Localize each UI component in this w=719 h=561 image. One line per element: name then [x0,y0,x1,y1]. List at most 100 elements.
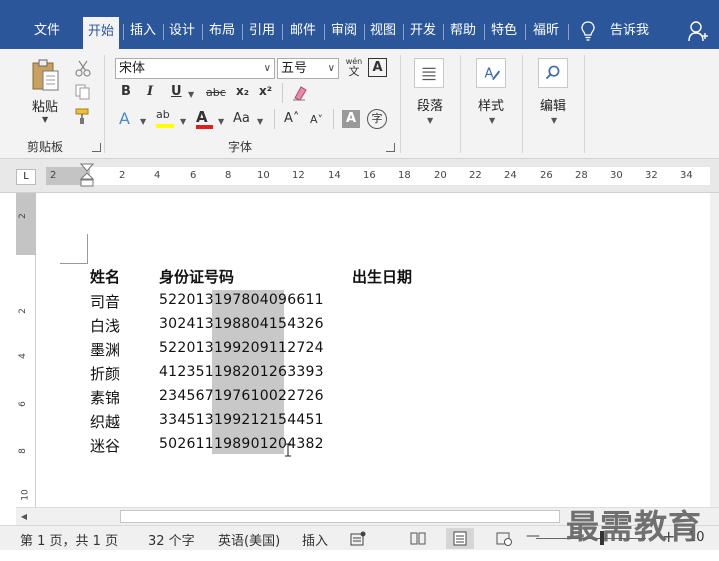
italic-button[interactable]: I [147,84,153,99]
font-name-value: 宋体 [119,61,146,76]
ruler-tick: 14 [328,170,341,181]
font-name-combo[interactable]: 宋体 ∨ [115,58,275,79]
phonetic-guide-button[interactable]: wén 文 [344,57,364,79]
vertical-ruler-tick: 4 [17,353,28,359]
print-layout-view-button[interactable] [446,528,474,549]
tab-insert[interactable]: 插入 [124,18,162,44]
highlight-button[interactable]: ab [156,108,176,130]
font-color-button[interactable]: A [196,108,214,130]
tab-file[interactable]: 文件 [20,18,74,44]
clear-formatting-icon[interactable] [291,84,309,102]
ruler-tick: 28 [575,170,588,181]
tab-design[interactable]: 设计 [164,18,200,44]
chevron-down-icon[interactable]: ∨ [264,59,271,78]
ruler-tick: 24 [504,170,517,181]
vertical-ruler-top-margin [16,193,36,255]
watermark-logo: 最需教育 [566,507,702,546]
styles-button-label[interactable]: 样式 [478,95,504,114]
bold-button[interactable]: B [121,84,131,99]
page-count[interactable]: 第 1 页，共 1 页 [20,530,118,549]
format-painter-icon[interactable] [74,107,92,125]
row-id-number: 522013197804096611 [159,292,324,308]
character-shading-button[interactable]: A [342,110,360,128]
read-mode-icon[interactable] [410,531,426,546]
row-name: 折颜 [90,365,121,383]
tab-mailings[interactable]: 邮件 [283,18,323,44]
styles-dropdown-arrow[interactable]: ▼ [489,116,495,125]
tab-foxit[interactable]: 福昕 [526,18,566,44]
ribbon-home-panel: 粘贴 ▼ 剪贴板 宋体 ∨ 五号 ∨ wén 文 A B I U ▼ abc x… [0,49,719,159]
ruler-tick: 4 [154,170,161,181]
highlight-dropdown-arrow[interactable]: ▼ [180,117,186,126]
tab-help[interactable]: 帮助 [444,18,482,44]
text-cursor-icon [285,443,291,457]
superscript-button[interactable]: x² [259,84,272,98]
indent-marker-handle[interactable] [80,163,94,187]
styles-icon[interactable]: A [476,58,506,88]
font-color-dropdown-arrow[interactable]: ▼ [218,117,224,126]
copy-icon[interactable] [74,83,92,101]
paste-dropdown-arrow[interactable]: ▼ [42,115,48,124]
chevron-down-icon[interactable]: ∨ [328,59,335,78]
font-color-glyph: A [196,108,208,126]
clipboard-dialog-launcher[interactable] [92,143,101,152]
ruler-strip[interactable]: 2 2 4 6 8 10 12 14 16 18 20 22 24 26 28 … [46,167,710,185]
vertical-ruler-tick: 8 [17,448,28,454]
text-effects-dropdown-arrow[interactable]: ▼ [140,117,146,126]
tab-review[interactable]: 审阅 [325,18,363,44]
tab-developer[interactable]: 开发 [404,18,442,44]
share-user-icon[interactable] [688,20,708,42]
grow-font-button[interactable]: A˄ [284,111,299,126]
tell-me-search[interactable]: 告诉我 [610,18,649,44]
highlight-glyph: ab [156,108,170,121]
change-case-button[interactable]: Aa [233,111,250,126]
column-header-name: 姓名 [90,268,121,286]
paste-icon[interactable] [30,58,60,92]
paragraph-dropdown-arrow[interactable]: ▼ [427,116,433,125]
change-case-dropdown-arrow[interactable]: ▼ [257,117,263,126]
ruler-tick: 2 [50,170,57,181]
paste-button-label[interactable]: 粘贴 [32,96,58,115]
tab-layout[interactable]: 布局 [203,18,241,44]
row-name: 迷谷 [90,437,121,455]
ruler-tick: 16 [363,170,376,181]
tab-view[interactable]: 视图 [365,18,401,44]
shrink-font-button[interactable]: A˅ [310,113,323,126]
row-id-number: 502611198901204382 [159,436,324,452]
horizontal-scroll-thumb[interactable] [120,510,560,523]
font-size-combo[interactable]: 五号 ∨ [277,58,339,79]
lightbulb-icon[interactable] [580,21,596,41]
strikethrough-button[interactable]: abc [206,86,226,99]
tab-home[interactable]: 开始 [83,17,119,49]
character-border-button[interactable]: A [368,58,387,77]
macro-record-icon[interactable] [350,531,366,546]
web-layout-icon[interactable] [496,531,512,546]
word-count[interactable]: 32 个字 [148,530,195,549]
subscript-button[interactable]: x₂ [236,84,249,98]
editing-dropdown-arrow[interactable]: ▼ [551,116,557,125]
enclose-characters-button[interactable]: 字 [367,109,387,129]
underline-button[interactable]: U [171,84,182,99]
font-dialog-launcher[interactable] [386,143,395,152]
scroll-left-icon[interactable]: ◀ [18,511,30,523]
insert-mode-indicator[interactable]: 插入 [302,530,328,549]
language-indicator[interactable]: 英语(美国) [218,530,280,549]
zoom-out-button[interactable]: — [526,528,540,544]
paragraph-icon[interactable] [414,58,444,88]
tab-selector[interactable]: L [16,169,36,185]
paragraph-button-label[interactable]: 段落 [417,95,443,114]
editing-button-label[interactable]: 编辑 [540,95,566,114]
vertical-ruler-tick: 2 [17,213,28,219]
search-icon[interactable] [538,58,568,88]
underline-dropdown-arrow[interactable]: ▼ [188,90,194,99]
ruler-tick: 20 [434,170,447,181]
ruler-tick: 32 [645,170,658,181]
phonetic-guide-char: 文 [348,65,360,78]
row-name: 司音 [90,293,121,311]
cut-icon[interactable] [74,59,92,77]
text-effects-button[interactable]: A [119,109,130,128]
vertical-scrollbar[interactable] [710,193,719,507]
tab-references[interactable]: 引用 [243,18,281,44]
tab-featured[interactable]: 特色 [485,18,523,44]
document-page[interactable]: 姓名 身份证号码 出生日期 司音 522013197804096611 白浅 3… [46,193,710,507]
